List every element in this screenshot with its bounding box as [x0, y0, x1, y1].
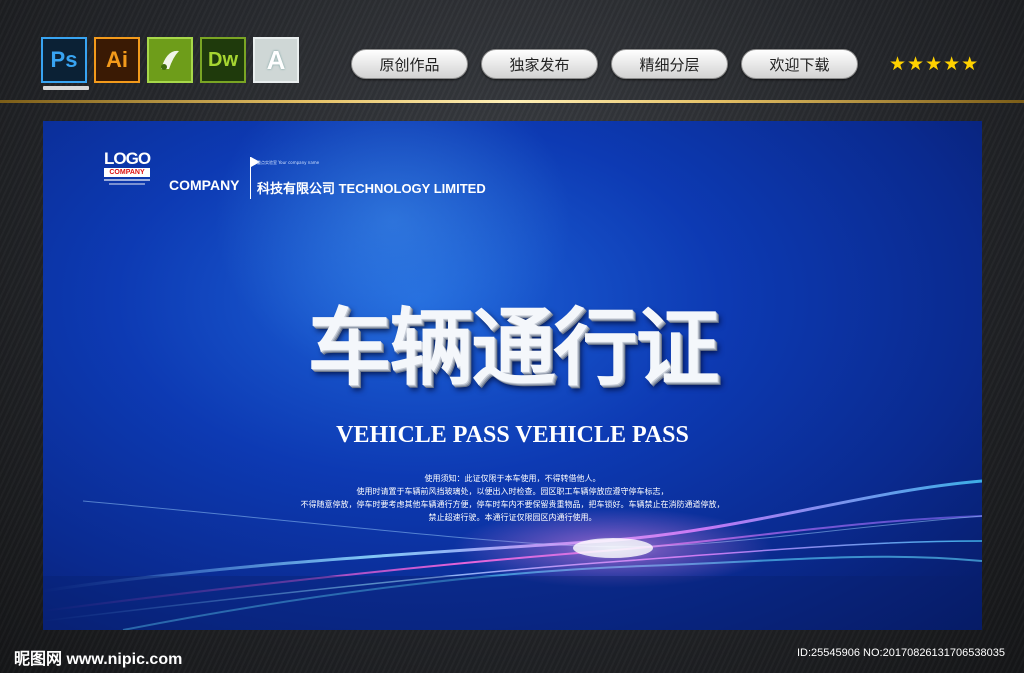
autocad-label: A [266, 44, 286, 75]
site-watermark: 昵图网 www.nipic.com [14, 651, 183, 668]
image-id: ID:25545906 NO:20170826131706538035 [797, 647, 1005, 659]
company-tagline: 重点实验室 Your company name [257, 160, 320, 165]
photoshop-label: Ps [50, 47, 78, 72]
tag-layered[interactable]: 精细分层 [611, 49, 728, 79]
coreldraw-glyph [161, 50, 179, 70]
logo-line [108, 183, 146, 185]
tag-download[interactable]: 欢迎下载 [741, 49, 858, 79]
note-line: 禁止超速行驶。本通行证仅限园区内通行使用。 [428, 513, 597, 522]
photoshop-icon[interactable]: Ps [41, 37, 89, 90]
note-line: 使用须知：此证仅限于本车使用，不得转借他人。 [424, 474, 601, 483]
company-full-name: 科技有限公司 TECHNOLOGY LIMITED [257, 181, 486, 196]
note-line: 使用时请置于车辆前风挡玻璃处，以便出入时检查。园区职工车辆停放应遵守停车标志， [356, 487, 669, 496]
dreamweaver-label: Dw [208, 48, 238, 71]
active-indicator [43, 86, 89, 90]
tag-pills: 原创作品 独家发布 精细分层 欢迎下载 [351, 49, 858, 79]
company-name-en: COMPANY [169, 177, 240, 193]
illustrator-label: Ai [106, 47, 128, 72]
note-line: 不得随意停放，停车时要考虑其他车辆通行方便，停车时车内不要保留贵重物品，把车锁好… [300, 500, 725, 509]
subtitle: VEHICLE PASS VEHICLE PASS [336, 422, 689, 448]
illustrator-icon[interactable]: Ai [94, 37, 140, 83]
logo-line [104, 179, 150, 181]
main-title: 车辆通行证 [307, 299, 719, 397]
tag-exclusive[interactable]: 独家发布 [481, 49, 598, 79]
tag-original[interactable]: 原创作品 [351, 49, 468, 79]
autocad-icon[interactable]: A [253, 37, 299, 83]
logo: LOGO COMPANY [104, 149, 151, 185]
rating-stars: ★★★★★ [889, 53, 980, 75]
software-icons: Ps Ai Dw A [41, 37, 299, 90]
usage-notes: 使用须知：此证仅限于本车使用，不得转借他人。 使用时请置于车辆前风挡玻璃处，以便… [43, 472, 982, 524]
logo-sub: COMPANY [104, 168, 150, 177]
top-toolbar: Ps Ai Dw A 原创作品 独家发布 精细分层 欢迎下载 ★★★★★ [0, 0, 1024, 103]
poster-image: LOGO COMPANY COMPANY 重点实验室 Your company … [43, 121, 982, 630]
logo-text: LOGO [104, 149, 151, 168]
gold-divider [0, 100, 1024, 103]
dreamweaver-icon[interactable]: Dw [200, 37, 246, 83]
coreldraw-icon[interactable] [147, 37, 193, 83]
